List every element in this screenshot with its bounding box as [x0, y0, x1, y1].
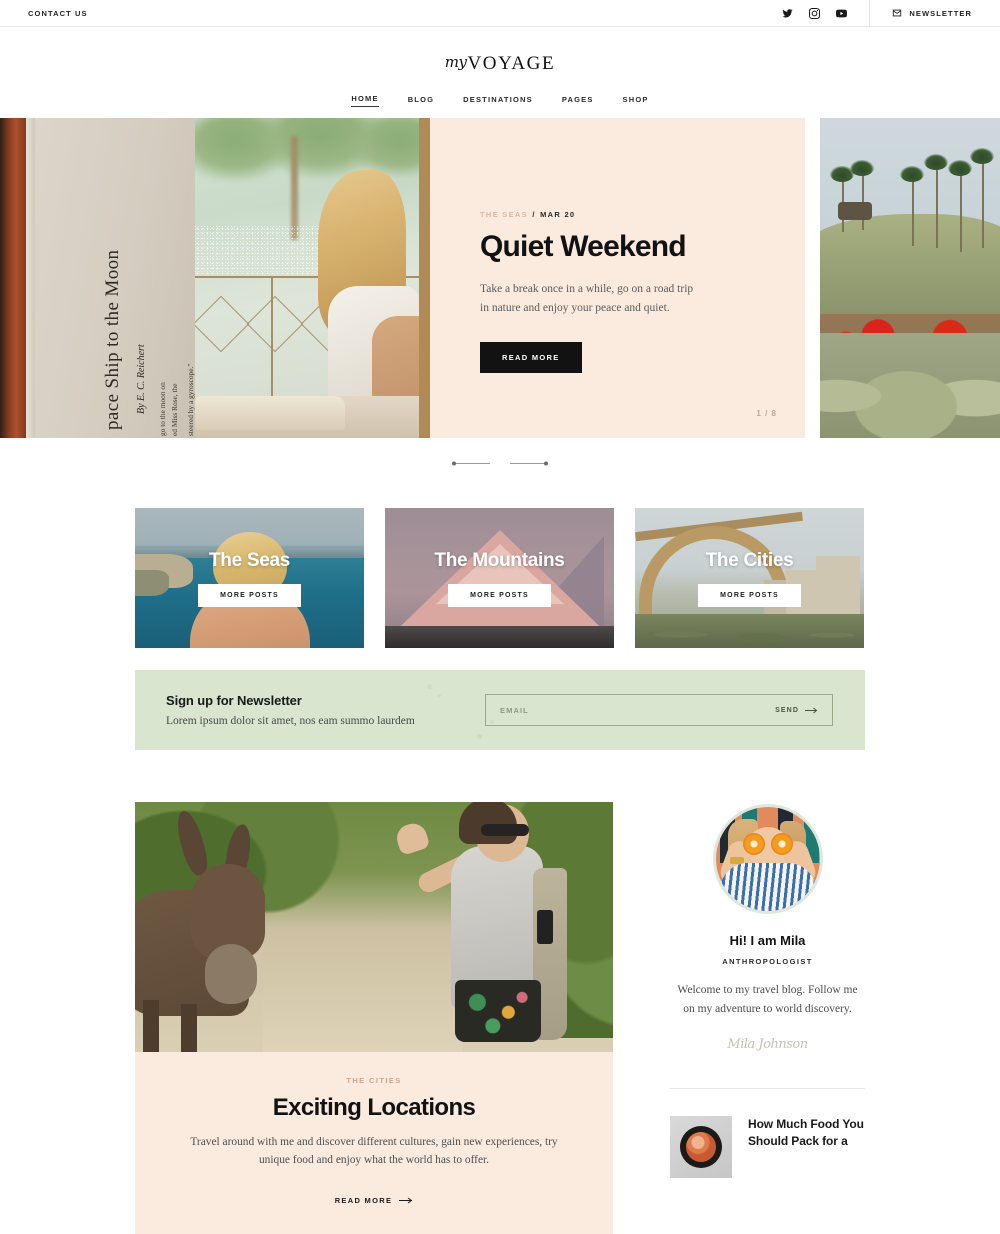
- top-bar: CONTACT US NEWSLETTER: [0, 0, 1000, 27]
- youtube-icon[interactable]: [836, 8, 848, 19]
- featured-read-more-link[interactable]: READ MORE: [335, 1196, 414, 1205]
- hero-date: MAR 20: [540, 210, 576, 219]
- category-more-posts-button[interactable]: MORE POSTS: [198, 583, 301, 607]
- posts-column: THE CITIES Exciting Locations Travel aro…: [135, 802, 613, 1234]
- category-title: The Seas: [208, 549, 291, 571]
- window-girl-photo: [195, 118, 430, 438]
- newsletter-subtitle: Lorem ipsum dolor sit amet, nos eam summ…: [166, 715, 415, 727]
- newsletter-title: Sign up for Newsletter: [166, 693, 302, 708]
- featured-post-category[interactable]: THE CITIES: [181, 1076, 567, 1085]
- hero-text-panel: THE SEAS / MAR 20 Quiet Weekend Take a b…: [430, 118, 805, 438]
- newsletter-form: SEND: [485, 694, 833, 726]
- top-bar-left: CONTACT US: [28, 9, 88, 18]
- newsletter-text: Sign up for Newsletter Lorem ipsum dolor…: [166, 693, 415, 727]
- featured-post-excerpt: Travel around with me and discover diffe…: [190, 1136, 558, 1167]
- featured-post-body: THE CITIES Exciting Locations Travel aro…: [135, 1052, 613, 1234]
- featured-post: THE CITIES Exciting Locations Travel aro…: [135, 802, 613, 1234]
- author-widget: Hi! I am Mila ANTHROPOLOGIST Welcome to …: [670, 802, 865, 1052]
- category-card-overlay: The Seas MORE POSTS: [135, 508, 364, 648]
- newsletter-signup-bar: Sign up for Newsletter Lorem ipsum dolor…: [135, 670, 865, 750]
- instagram-icon[interactable]: [809, 7, 821, 19]
- donkey-photo: [135, 802, 613, 1052]
- sidebar-post-title[interactable]: How Much Food You Should Pack for a: [748, 1116, 865, 1150]
- nav-item-destinations[interactable]: DESTINATIONS: [463, 95, 533, 107]
- soup-bowl-photo: [670, 1115, 732, 1178]
- social-links: [782, 0, 871, 27]
- mila-portrait-photo: [715, 807, 820, 911]
- featured-read-more-label: READ MORE: [334, 1195, 393, 1205]
- logo-script-text: my: [444, 53, 467, 71]
- tropical-hillside-photo: [820, 118, 1000, 438]
- logo-main-text: VOYAGE: [467, 53, 556, 74]
- twitter-icon[interactable]: [782, 8, 793, 19]
- site-logo[interactable]: myVOYAGE: [445, 53, 555, 75]
- avatar: [712, 804, 823, 914]
- nav-item-home[interactable]: HOME: [351, 94, 379, 107]
- category-card-mountains[interactable]: The Mountains MORE POSTS: [385, 508, 614, 648]
- top-bar-right: NEWSLETTER: [782, 0, 972, 27]
- newsletter-email-input[interactable]: [500, 705, 700, 715]
- hero-excerpt: Take a break once in a while, go on a ro…: [480, 283, 694, 314]
- hero-active-slide: THE SEAS / MAR 20 Quiet Weekend Take a b…: [195, 118, 805, 438]
- contact-us-link[interactable]: CONTACT US: [28, 9, 88, 18]
- nav-item-blog[interactable]: BLOG: [408, 95, 434, 107]
- category-title: The Mountains: [434, 549, 565, 571]
- author-name: Hi! I am Mila: [729, 933, 806, 948]
- sidebar-post-thumbnail: [670, 1115, 732, 1178]
- nav-item-pages[interactable]: PAGES: [562, 95, 594, 107]
- featured-post-image[interactable]: [135, 802, 613, 1052]
- book-page-photo: pace Ship to the Moon By E. C. Reichert …: [0, 118, 195, 438]
- category-more-posts-button[interactable]: MORE POSTS: [448, 583, 551, 607]
- newsletter-send-label: SEND: [775, 706, 799, 714]
- hero-slider: pace Ship to the Moon By E. C. Reichert …: [0, 118, 1000, 438]
- carousel-navigation: [0, 438, 1000, 488]
- sidebar-post-item[interactable]: How Much Food You Should Pack for a: [670, 1089, 865, 1178]
- newsletter-send-button[interactable]: SEND: [775, 707, 818, 714]
- arrow-right-icon: [805, 707, 818, 714]
- hero-image[interactable]: [195, 118, 430, 438]
- author-bio: Welcome to my travel blog. Follow me on …: [677, 984, 858, 1015]
- newsletter-link[interactable]: NEWSLETTER: [870, 8, 972, 18]
- main-content: THE CITIES Exciting Locations Travel aro…: [0, 750, 1000, 1234]
- category-card-overlay: The Mountains MORE POSTS: [385, 508, 614, 648]
- category-card-cities[interactable]: The Cities MORE POSTS: [635, 508, 864, 648]
- featured-post-title[interactable]: Exciting Locations: [181, 1094, 567, 1122]
- author-role: ANTHROPOLOGIST: [722, 957, 813, 966]
- hero-category[interactable]: THE SEAS: [480, 210, 528, 219]
- hero-meta-separator: /: [532, 210, 536, 219]
- category-more-posts-button[interactable]: MORE POSTS: [698, 583, 801, 607]
- category-cards: The Seas MORE POSTS The Mountains MORE P…: [0, 488, 1000, 648]
- hero-read-more-button[interactable]: READ MORE: [480, 341, 582, 373]
- category-title: The Cities: [705, 549, 794, 571]
- arrow-right-icon: [399, 1197, 413, 1204]
- carousel-next-icon[interactable]: [510, 456, 548, 470]
- hero-meta: THE SEAS / MAR 20: [480, 210, 805, 219]
- sidebar: Hi! I am Mila ANTHROPOLOGIST Welcome to …: [670, 802, 865, 1178]
- hero-title[interactable]: Quiet Weekend: [480, 230, 805, 263]
- hero-slide-next[interactable]: [820, 118, 1000, 438]
- main-navigation: HOME BLOG DESTINATIONS PAGES SHOP: [0, 94, 1000, 118]
- category-card-overlay: The Cities MORE POSTS: [635, 508, 864, 648]
- nav-item-shop[interactable]: SHOP: [623, 95, 649, 107]
- hero-slide-previous[interactable]: pace Ship to the Moon By E. C. Reichert …: [0, 118, 195, 438]
- newsletter-link-label: NEWSLETTER: [909, 8, 972, 18]
- author-signature: Mila Johnson: [727, 1036, 808, 1052]
- site-header: myVOYAGE: [0, 27, 1000, 75]
- hero-slide-counter: 1 / 8: [756, 409, 777, 418]
- category-card-seas[interactable]: The Seas MORE POSTS: [135, 508, 364, 648]
- carousel-prev-icon[interactable]: [452, 456, 490, 470]
- envelope-icon: [892, 8, 902, 18]
